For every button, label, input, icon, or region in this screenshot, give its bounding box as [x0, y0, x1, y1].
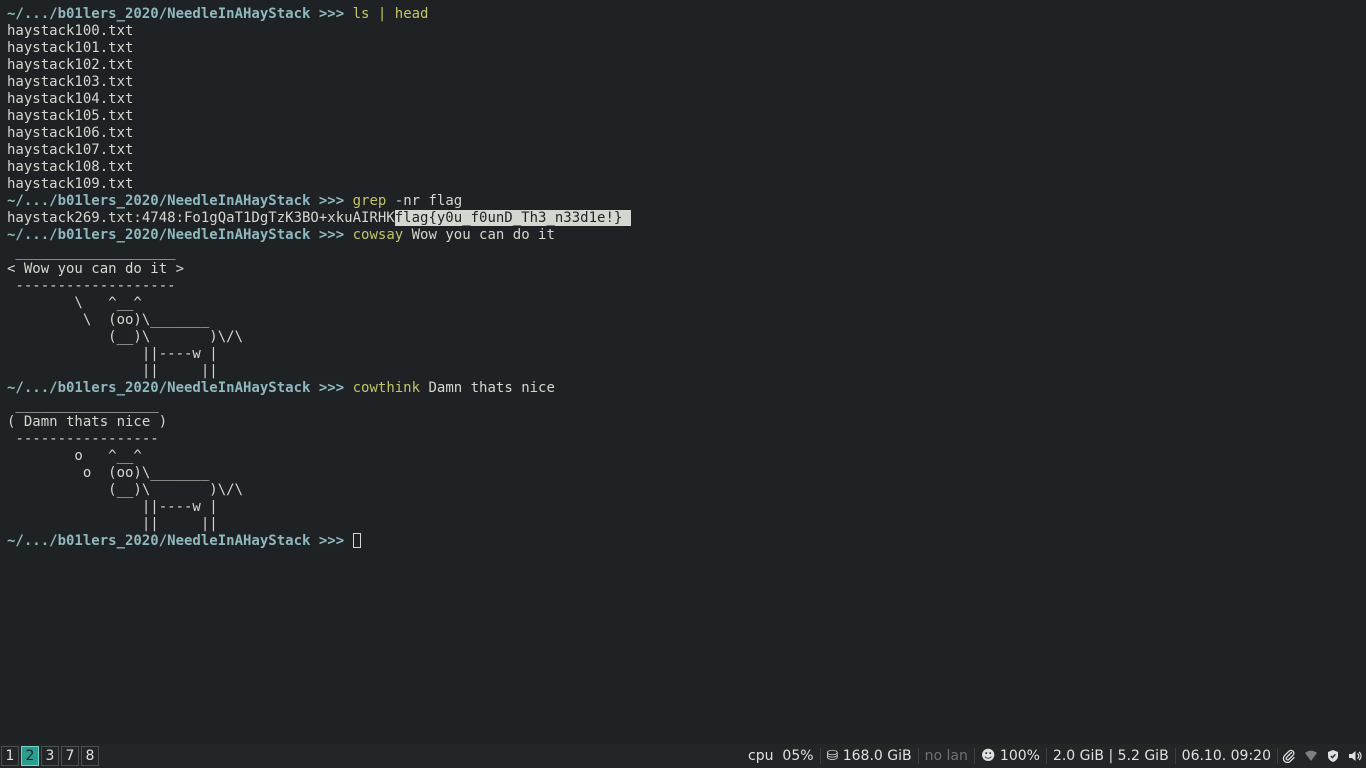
- workspace-button-7[interactable]: 7: [61, 746, 79, 766]
- ascii-line: ___________________: [7, 244, 176, 260]
- command-name: grep: [352, 193, 387, 209]
- output-line: haystack107.txt: [7, 142, 134, 158]
- output-line: haystack100.txt: [7, 23, 134, 39]
- memory-widget: 2.0 GiB | 5.2 GiB: [1052, 748, 1169, 764]
- prompt-arrows: >>>: [318, 380, 345, 396]
- prompt-line: ~/.../b01lers_2020/NeedleInAHayStack >>>…: [7, 6, 1366, 23]
- grep-prefix: haystack269.txt:4748:Fo1gQaT1DgTzK3BO+xk…: [7, 210, 395, 226]
- ascii-line: ||----w |: [7, 499, 218, 515]
- cpu-value: 05%: [782, 748, 814, 764]
- cpu-widget: cpu 05%: [742, 748, 820, 764]
- prompt-arrows: >>>: [318, 227, 345, 243]
- disk-widget: ⛁ 168.0 GiB: [821, 748, 918, 764]
- status-widgets: cpu 05% ⛁ 168.0 GiB no lan ☻ 100% 2.0 Gi…: [742, 744, 1366, 768]
- ls-output: haystack100.txt haystack101.txt haystack…: [7, 23, 1366, 193]
- prompt-arrows: >>>: [318, 193, 345, 209]
- disk-value: 168.0 GiB: [842, 748, 912, 764]
- output-line: haystack105.txt: [7, 108, 134, 124]
- ascii-line: (__)\ )\/\: [7, 329, 244, 345]
- disk-icon: ⛁: [826, 748, 839, 764]
- workspace-button-8[interactable]: 8: [81, 746, 99, 766]
- ascii-line: _________________: [7, 397, 159, 413]
- output-line: haystack106.txt: [7, 125, 134, 141]
- ascii-line: ( Damn thats nice ): [7, 414, 168, 430]
- prompt-line: ~/.../b01lers_2020/NeedleInAHayStack >>>…: [7, 193, 1366, 210]
- lan-widget: no lan: [924, 748, 968, 764]
- output-line: haystack101.txt: [7, 40, 134, 56]
- workspace-button-2[interactable]: 2: [21, 746, 39, 766]
- workspace-switcher: 1 2 3 7 8: [0, 746, 101, 766]
- battery-icon: ☻: [980, 748, 996, 764]
- battery-widget: ☻ 100%: [975, 748, 1046, 764]
- prompt-path: ~/.../b01lers_2020/NeedleInAHayStack: [7, 6, 311, 22]
- grep-match-selection[interactable]: flag{y0u_f0unD_Th3_n33d1e!}: [394, 210, 631, 226]
- prompt-path: ~/.../b01lers_2020/NeedleInAHayStack: [7, 533, 311, 549]
- shield-icon[interactable]: [1326, 749, 1340, 763]
- prompt-path: ~/.../b01lers_2020/NeedleInAHayStack: [7, 227, 311, 243]
- grep-output-line: haystack269.txt:4748:Fo1gQaT1DgTzK3BO+xk…: [7, 210, 1366, 227]
- ascii-line: ||----w |: [7, 346, 218, 362]
- output-line: haystack108.txt: [7, 159, 134, 175]
- workspace-button-1[interactable]: 1: [1, 746, 19, 766]
- ascii-line: || ||: [7, 516, 218, 532]
- terminal-cursor[interactable]: [352, 533, 361, 548]
- output-line: haystack104.txt: [7, 91, 134, 107]
- ascii-line: o ^__^: [7, 448, 142, 464]
- prompt-line: ~/.../b01lers_2020/NeedleInAHayStack >>>…: [7, 380, 1366, 397]
- datetime-widget: 06.10. 09:20: [1181, 748, 1271, 764]
- prompt-line: ~/.../b01lers_2020/NeedleInAHayStack >>>…: [7, 227, 1366, 244]
- divider: [1277, 748, 1278, 764]
- active-prompt-line[interactable]: ~/.../b01lers_2020/NeedleInAHayStack >>>: [7, 533, 1366, 550]
- paperclip-icon[interactable]: [1282, 749, 1296, 763]
- command-name: cowthink: [352, 380, 421, 396]
- ascii-line: < Wow you can do it >: [7, 261, 185, 277]
- ascii-line: \ ^__^: [7, 295, 142, 311]
- command-name: ls: [352, 6, 370, 22]
- command-args: -nr flag: [394, 193, 463, 209]
- workspace-button-3[interactable]: 3: [41, 746, 59, 766]
- prompt-arrows: >>>: [318, 6, 345, 22]
- command-args: | head: [377, 6, 429, 22]
- ascii-line: -----------------: [7, 431, 159, 447]
- output-line: haystack103.txt: [7, 74, 134, 90]
- output-line: haystack109.txt: [7, 176, 134, 192]
- prompt-arrows: >>>: [318, 533, 345, 549]
- ascii-line: (__)\ )\/\: [7, 482, 244, 498]
- cpu-label: cpu: [748, 748, 774, 764]
- prompt-path: ~/.../b01lers_2020/NeedleInAHayStack: [7, 380, 311, 396]
- cowthink-output: _________________ ( Damn thats nice ) --…: [7, 397, 1366, 533]
- command-args: Damn thats nice: [428, 380, 555, 396]
- battery-value: 100%: [999, 748, 1040, 764]
- command-name: cowsay: [352, 227, 404, 243]
- prompt-path: ~/.../b01lers_2020/NeedleInAHayStack: [7, 193, 311, 209]
- cowsay-output: ___________________ < Wow you can do it …: [7, 244, 1366, 380]
- volume-icon[interactable]: [1348, 749, 1362, 763]
- output-line: haystack102.txt: [7, 57, 134, 73]
- status-bar: 1 2 3 7 8 cpu 05% ⛁ 168.0 GiB no lan ☻ 1…: [0, 744, 1366, 768]
- ascii-line: o (oo)\_______: [7, 465, 210, 481]
- command-args: Wow you can do it: [411, 227, 555, 243]
- ascii-line: \ (oo)\_______: [7, 312, 210, 328]
- terminal-window[interactable]: ~/.../b01lers_2020/NeedleInAHayStack >>>…: [0, 0, 1366, 744]
- wifi-icon[interactable]: [1304, 749, 1318, 763]
- ascii-line: || ||: [7, 363, 218, 379]
- ascii-line: -------------------: [7, 278, 176, 294]
